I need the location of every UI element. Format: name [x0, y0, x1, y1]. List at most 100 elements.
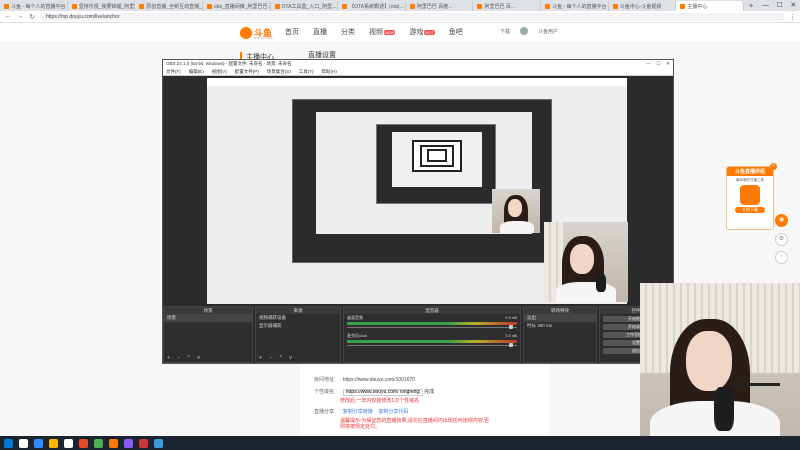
obs-menu-item[interactable]: 帮助(H)	[322, 68, 337, 75]
browser-tab[interactable]: 阿里巴巴 百度...	[406, 1, 474, 11]
back-to-top-icon[interactable]: ↑	[775, 251, 788, 264]
download-link[interactable]: 下载	[500, 28, 510, 35]
maximize-icon[interactable]: ☐	[776, 1, 782, 11]
maximize-icon[interactable]: ☐	[656, 60, 660, 68]
browser-tab[interactable]: obs_直播间推_阿里巴巴 百...	[203, 1, 271, 11]
slider-knob[interactable]	[509, 343, 513, 347]
browser-tab[interactable]: 【OTA系统概述】(ota)...	[338, 1, 406, 11]
obs-menubar: 文件(F) 编辑(E) 视图(V) 配置文件(P) 场景集合(S) 工具(T) 帮助(H)	[163, 68, 673, 76]
close-icon[interactable]: ×	[770, 163, 777, 170]
tab-favicon-icon	[680, 3, 686, 9]
scene-item[interactable]: 场景	[164, 314, 252, 322]
domain-row: 个性域名: 完成	[314, 388, 434, 396]
avatar[interactable]	[520, 27, 529, 35]
mixer-track: 桌面音频 0.0 dB	[344, 314, 520, 329]
reload-icon[interactable]: ↻	[28, 13, 36, 21]
promo-download-button[interactable]: 立即下载	[735, 207, 765, 213]
start-menu-icon[interactable]	[4, 438, 13, 448]
duration-label: 时长	[527, 323, 536, 328]
source-item[interactable]: 显示器捕获	[256, 322, 340, 330]
copy-share-link[interactable]: 复制分享链接	[343, 409, 373, 415]
tunnel-frame	[427, 149, 447, 162]
browser-tab[interactable]: 斗鱼 - 每个人的直播平台	[0, 1, 68, 11]
nav-badge: HOT	[424, 30, 435, 35]
minimize-icon[interactable]: —	[646, 60, 651, 68]
taskbar-app-icon[interactable]	[139, 438, 148, 448]
transition-duration[interactable]: 时长 300 ms	[524, 322, 596, 330]
settings-icon[interactable]: ⚙	[775, 233, 788, 246]
close-icon[interactable]: ✕	[790, 1, 796, 11]
tab-label: 原创直播_全新互动直播_扫...	[146, 3, 202, 10]
tab-favicon-icon	[409, 3, 415, 9]
user-name[interactable]: 斗鱼用户	[538, 28, 558, 35]
taskbar-app-icon[interactable]	[154, 438, 163, 448]
minimize-icon[interactable]: —	[762, 1, 769, 11]
copy-share-code[interactable]: 复制分享代码	[378, 409, 408, 415]
transition-select[interactable]: 淡出	[524, 314, 596, 322]
browser-window-controls: — ☐ ✕	[758, 1, 800, 11]
obs-docks: 场景 场景 + − ^ v 来源 视频捕获设备 显示器捕获 + − ^ v 混音…	[163, 306, 673, 363]
close-icon[interactable]: ✕	[666, 60, 670, 68]
tab-favicon-icon	[477, 3, 483, 9]
tab-label: 阿里巴巴 百度...	[416, 3, 453, 10]
taskbar-app-icon[interactable]	[109, 438, 118, 448]
domain-done-button[interactable]: 完成	[424, 389, 434, 395]
preview-obs-window	[292, 99, 552, 263]
browser-tab[interactable]: 坚持乐观_我要锦鲤_阿里巴...	[68, 1, 136, 11]
tab-favicon-icon	[274, 3, 280, 9]
new-tab-button[interactable]: +	[744, 1, 758, 11]
taskbar-app-icon[interactable]	[19, 438, 28, 448]
scenes-dock-footer[interactable]: + − ^ v	[167, 355, 203, 361]
domain-input[interactable]	[342, 388, 423, 396]
obs-titlebar: OBS 23.1.0 (64-bit, windows) - 配置文件: 未命名…	[163, 60, 673, 68]
forward-icon[interactable]: →	[16, 13, 24, 20]
room-address-row: 房间地址: https://www.douyu.com/1001670	[314, 376, 415, 383]
nav-item[interactable]: 鱼吧	[449, 27, 463, 37]
browser-tab[interactable]: 斗鱼中心-斗鱼视频	[609, 1, 677, 11]
slider-knob[interactable]	[509, 325, 513, 329]
nav-item-label: 直播	[313, 29, 327, 36]
volume-slider[interactable]	[347, 343, 517, 347]
nav-item[interactable]: 分类	[341, 27, 355, 37]
tab-label: obs_直播间推_阿里巴巴 百...	[213, 3, 270, 10]
obs-menu-item[interactable]: 工具(T)	[299, 68, 314, 75]
obs-menu-item[interactable]: 场景集合(S)	[267, 68, 291, 75]
volume-meter	[347, 340, 517, 343]
obs-menu-item[interactable]: 文件(F)	[166, 68, 181, 75]
tab-favicon-icon	[612, 3, 618, 9]
browser-tab[interactable]: 主播中心	[676, 1, 745, 11]
source-item[interactable]: 视频捕获设备	[256, 314, 340, 322]
mixer-dock: 混音器 桌面音频 0.0 dB 麦克风/Aux 0.0 dB	[343, 306, 521, 363]
browser-tab[interactable]: OTA工具盒_入口_阿里...	[271, 1, 339, 11]
duration-value[interactable]: 300 ms	[537, 323, 552, 328]
taskbar-app-icon[interactable]	[49, 438, 58, 448]
browser-tab[interactable]: 原创直播_全新互动直播_扫...	[135, 1, 203, 11]
back-icon[interactable]: ←	[4, 13, 12, 20]
feedback-icon[interactable]: ◉	[775, 214, 788, 227]
volume-slider[interactable]	[347, 325, 517, 329]
taskbar-app-icon[interactable]	[124, 438, 133, 448]
domain-label: 个性域名:	[314, 389, 336, 395]
nav-item[interactable]: 游戏 HOT	[409, 27, 435, 37]
obs-menu-item[interactable]: 视图(V)	[212, 68, 227, 75]
volume-meter	[347, 322, 517, 325]
browser-menu-icon[interactable]: ⋮	[789, 13, 796, 21]
companion-promo[interactable]: 斗鱼直播伴侣 最简单的开播工具 立即下载 ×	[726, 163, 777, 230]
browser-tab[interactable]: 斗鱼 - 每个人的直播平台	[541, 1, 609, 11]
taskbar-app-icon[interactable]	[79, 438, 88, 448]
obs-menu-item[interactable]: 配置文件(P)	[235, 68, 259, 75]
douyu-logo[interactable]: 斗鱼 DOUYU.COM	[240, 26, 273, 40]
warning-text: 温馨提示:为保证您的直播效果,请勿在直播间内出现任何违规内容,否则将按规定处罚。	[340, 418, 490, 430]
main-nav: 首页 直播 分类 视频 NEW 游戏 HOT 鱼吧	[285, 27, 463, 37]
url-input[interactable]: https://mp.douyu.com/live/anchor	[40, 12, 785, 21]
nav-item[interactable]: 直播	[313, 27, 327, 37]
sources-dock-footer[interactable]: + − ^ v	[259, 355, 295, 361]
taskbar-app-icon[interactable]	[94, 438, 103, 448]
share-label: 直播分享:	[314, 409, 336, 415]
taskbar-app-icon[interactable]	[34, 438, 43, 448]
nav-item[interactable]: 首页	[285, 27, 299, 37]
nav-item[interactable]: 视频 NEW	[369, 27, 396, 37]
taskbar-app-icon[interactable]	[64, 438, 73, 448]
obs-menu-item[interactable]: 编辑(E)	[189, 68, 204, 75]
browser-tab[interactable]: 阿里巴巴 百...	[473, 1, 542, 11]
